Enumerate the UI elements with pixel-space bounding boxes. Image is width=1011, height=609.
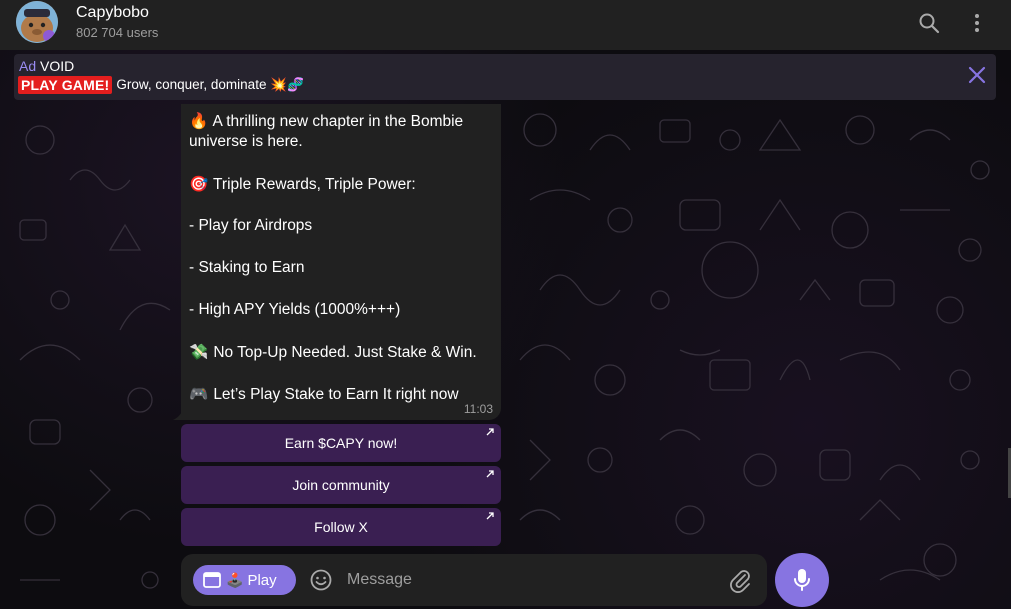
- message-input[interactable]: [347, 568, 717, 592]
- external-link-icon: [486, 470, 494, 478]
- message-line: 🔥 A thrilling new chapter in the Bombie: [189, 112, 463, 131]
- ad-header: Ad VOID: [19, 58, 74, 74]
- message-text: universe is here.: [189, 133, 303, 150]
- message-line: - Play for Airdrops: [189, 217, 312, 235]
- close-ad-button[interactable]: [966, 64, 988, 86]
- message-timestamp: 11:03: [463, 402, 493, 416]
- message-text: - Play for Airdrops: [189, 217, 313, 234]
- member-count: 802 704 users: [76, 25, 159, 40]
- button-label: Follow X: [314, 519, 368, 535]
- smiley-icon: [310, 569, 332, 591]
- message-line: 💸 No Top-Up Needed. Just Stake & Win.: [189, 343, 477, 362]
- ad-text: Grow, conquer, dominate 💥🧬: [116, 77, 304, 92]
- ad-body: PLAY GAME! Grow, conquer, dominate 💥🧬: [18, 76, 304, 94]
- close-icon: [968, 66, 986, 84]
- message-text: - High APY Yields (1000%+++): [189, 301, 401, 318]
- message-line: universe is here.: [189, 133, 303, 151]
- message-text: Triple Rewards, Triple Power:: [213, 176, 416, 193]
- ad-badge: PLAY GAME!: [18, 76, 113, 94]
- message-line: 🎯 Triple Rewards, Triple Power:: [189, 175, 416, 194]
- message-composer: 🕹️ Play: [181, 554, 767, 606]
- capybara-avatar-icon: [16, 1, 58, 43]
- button-label: Join community: [292, 477, 390, 493]
- target-icon: 🎯: [189, 176, 209, 193]
- avatar[interactable]: [16, 1, 58, 43]
- ad-name: VOID: [40, 58, 75, 74]
- external-link-icon: [486, 512, 494, 520]
- earn-capy-button[interactable]: Earn $CAPY now!: [181, 424, 501, 462]
- search-button[interactable]: [914, 8, 944, 38]
- external-link-icon: [486, 428, 494, 436]
- fire-icon: 🔥: [189, 113, 209, 130]
- chat-title: Capybobo: [76, 4, 149, 21]
- more-vertical-icon: [975, 14, 979, 32]
- message-text: Let’s Play Stake to Earn It right now: [213, 386, 459, 403]
- button-label: Earn $CAPY now!: [284, 435, 398, 451]
- money-icon: 💸: [189, 344, 209, 361]
- ad-tag: Ad: [19, 58, 37, 74]
- play-label: Play: [247, 571, 277, 589]
- message-text: A thrilling new chapter in the Bombie: [212, 113, 464, 130]
- microphone-icon: [794, 569, 810, 591]
- play-game-button[interactable]: 🕹️ Play: [193, 565, 296, 595]
- join-community-button[interactable]: Join community: [181, 466, 501, 504]
- message-text: No Top-Up Needed. Just Stake & Win.: [213, 344, 477, 361]
- voice-record-button[interactable]: [775, 553, 829, 607]
- attach-button[interactable]: [727, 567, 753, 593]
- chat-header: Capybobo 802 704 users: [0, 0, 1011, 50]
- message-line: - High APY Yields (1000%+++): [189, 301, 400, 319]
- message-bubble[interactable]: 🔥 A thrilling new chapter in the Bombie …: [181, 104, 501, 420]
- emoji-button[interactable]: [309, 568, 333, 592]
- sponsored-ad-bar[interactable]: Ad VOID PLAY GAME! Grow, conquer, domina…: [14, 54, 996, 100]
- search-icon: [919, 13, 940, 34]
- follow-x-button[interactable]: Follow X: [181, 508, 501, 546]
- message-line: - Staking to Earn: [189, 259, 304, 277]
- gamepad-icon: 🎮: [189, 386, 209, 403]
- joystick-icon: 🕹️: [226, 571, 244, 588]
- paperclip-icon: [730, 570, 750, 593]
- message-line: 🎮 Let’s Play Stake to Earn It right now: [189, 385, 459, 404]
- more-button[interactable]: [962, 8, 992, 38]
- message-text: - Staking to Earn: [189, 259, 305, 276]
- window-icon: [203, 572, 221, 588]
